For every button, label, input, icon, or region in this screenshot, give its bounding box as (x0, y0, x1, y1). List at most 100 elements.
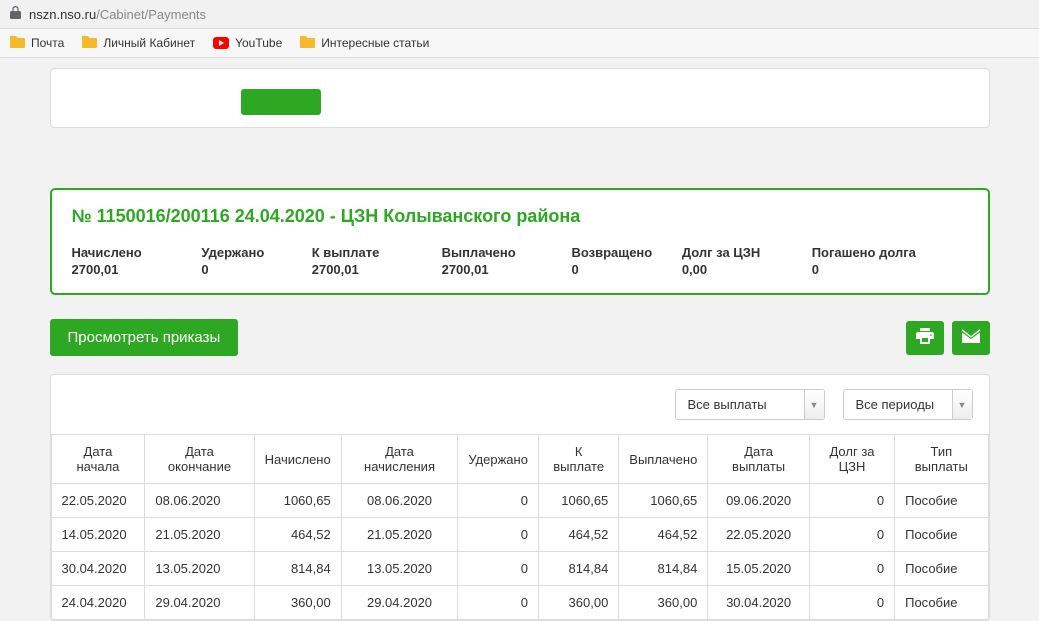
table-cell: 0 (458, 518, 539, 552)
bookmark-label: YouTube (235, 36, 282, 50)
table-cell: 464,52 (619, 518, 708, 552)
summary-item: К выплате 2700,01 (312, 245, 442, 277)
table-row: 30.04.202013.05.2020814,8413.05.20200814… (51, 552, 988, 586)
print-icon (916, 328, 934, 347)
table-header-cell: Тип выплаты (895, 435, 988, 484)
email-button[interactable] (952, 321, 990, 355)
table-cell: 22.05.2020 (708, 518, 810, 552)
table-cell: 1060,65 (538, 484, 618, 518)
table-cell: 21.05.2020 (145, 518, 254, 552)
table-header-cell: Долг за ЦЗН (809, 435, 894, 484)
bookmark-item[interactable]: Интересные статьи (300, 35, 429, 51)
table-header-cell: Дата выплаты (708, 435, 810, 484)
summary-label: Выплачено (442, 245, 572, 260)
table-header-cell: Дата окончание (145, 435, 254, 484)
table-cell: Пособие (895, 484, 988, 518)
summary-label: Возвращено (571, 245, 681, 260)
table-cell: 360,00 (619, 586, 708, 620)
bookmarks-bar: Почта Личный Кабинет YouTube Интересные ста… (0, 29, 1039, 58)
summary-row: Начислено2700,01Удержано0К выплате2700,0… (72, 245, 968, 277)
table-cell: 464,52 (254, 518, 341, 552)
green-button-stub[interactable] (241, 89, 321, 115)
order-summary-card: № 1150016/200116 24.04.2020 - ЦЗН Колыва… (50, 188, 990, 295)
summary-label: Погашено долга (812, 245, 968, 260)
bookmark-item[interactable]: Почта (10, 35, 64, 51)
summary-label: Удержано (201, 245, 311, 260)
table-cell: 0 (809, 518, 894, 552)
previous-card (50, 68, 990, 128)
table-header-cell: Дата начала (51, 435, 145, 484)
table-cell: 21.05.2020 (341, 518, 458, 552)
table-cell: 15.05.2020 (708, 552, 810, 586)
filters-row: Все выплаты ▼ Все периоды ▼ (51, 375, 989, 434)
summary-value: 2700,01 (312, 262, 442, 277)
table-header-cell: Удержано (458, 435, 539, 484)
table-body: 22.05.202008.06.20201060,6508.06.2020010… (51, 484, 988, 620)
url-text[interactable]: nszn.nso.ru/Cabinet/Payments (29, 7, 206, 22)
payments-table: Дата началаДата окончаниеНачисленоДата н… (51, 434, 989, 620)
table-cell: 08.06.2020 (341, 484, 458, 518)
print-button[interactable] (906, 321, 944, 355)
table-cell: 0 (458, 586, 539, 620)
chevron-down-icon: ▼ (952, 390, 972, 419)
table-row: 14.05.202021.05.2020464,5221.05.20200464… (51, 518, 988, 552)
summary-value: 2700,01 (442, 262, 572, 277)
table-cell: Пособие (895, 552, 988, 586)
filter-periods-select[interactable]: Все периоды ▼ (843, 389, 973, 420)
bookmark-label: Интересные статьи (321, 36, 429, 50)
table-cell: 360,00 (254, 586, 341, 620)
summary-item: Начислено2700,01 (72, 245, 202, 277)
table-header-cell: К выплате (538, 435, 618, 484)
bookmark-label: Личный Кабинет (103, 36, 195, 50)
table-cell: 814,84 (619, 552, 708, 586)
table-cell: 13.05.2020 (341, 552, 458, 586)
table-cell: 360,00 (538, 586, 618, 620)
table-cell: Пособие (895, 518, 988, 552)
table-cell: 30.04.2020 (51, 552, 145, 586)
summary-label: Долг за ЦЗН (682, 245, 812, 260)
summary-value: 0 (812, 262, 968, 277)
table-header-row: Дата началаДата окончаниеНачисленоДата н… (51, 435, 988, 484)
table-cell: 22.05.2020 (51, 484, 145, 518)
table-cell: 0 (809, 484, 894, 518)
summary-title: № 1150016/200116 24.04.2020 - ЦЗН Колыва… (72, 206, 968, 227)
summary-value: 0 (571, 262, 681, 277)
filter-payments-label: Все выплаты (688, 397, 767, 412)
summary-item: Выплачено 2700,01 (442, 245, 572, 277)
table-row: 24.04.202029.04.2020360,0029.04.20200360… (51, 586, 988, 620)
view-orders-button[interactable]: Просмотреть приказы (50, 319, 239, 356)
actions-row: Просмотреть приказы (50, 319, 990, 356)
browser-address-bar: nszn.nso.ru/Cabinet/Payments (0, 0, 1039, 29)
table-cell: 1060,65 (619, 484, 708, 518)
table-cell: 29.04.2020 (145, 586, 254, 620)
summary-item: Возвращено 0 (571, 245, 681, 277)
summary-value: 0 (201, 262, 311, 277)
filter-payments-select[interactable]: Все выплаты ▼ (675, 389, 825, 420)
url-host: nszn.nso.ru (29, 7, 96, 22)
payments-table-wrap: Все выплаты ▼ Все периоды ▼ Дата началаД… (50, 374, 990, 621)
bookmark-item[interactable]: YouTube (213, 36, 282, 50)
summary-value: 2700,01 (72, 262, 202, 277)
table-cell: 0 (809, 586, 894, 620)
summary-item: Удержано 0 (201, 245, 311, 277)
summary-item: Долг за ЦЗН0,00 (682, 245, 812, 277)
url-path: /Cabinet/Payments (96, 7, 206, 22)
table-cell: 0 (458, 552, 539, 586)
table-row: 22.05.202008.06.20201060,6508.06.2020010… (51, 484, 988, 518)
table-cell: 14.05.2020 (51, 518, 145, 552)
bookmark-item[interactable]: Личный Кабинет (82, 35, 195, 51)
table-cell: 24.04.2020 (51, 586, 145, 620)
summary-item: Погашено долга 0 (812, 245, 968, 277)
table-cell: 30.04.2020 (708, 586, 810, 620)
filter-periods-label: Все периоды (856, 397, 935, 412)
table-cell: 13.05.2020 (145, 552, 254, 586)
summary-label: К выплате (312, 245, 442, 260)
table-cell: 0 (809, 552, 894, 586)
table-cell: 09.06.2020 (708, 484, 810, 518)
table-cell: 08.06.2020 (145, 484, 254, 518)
table-cell: 1060,65 (254, 484, 341, 518)
table-cell: 814,84 (538, 552, 618, 586)
lock-icon (10, 6, 21, 22)
table-header-cell: Дата начисления (341, 435, 458, 484)
table-cell: Пособие (895, 586, 988, 620)
